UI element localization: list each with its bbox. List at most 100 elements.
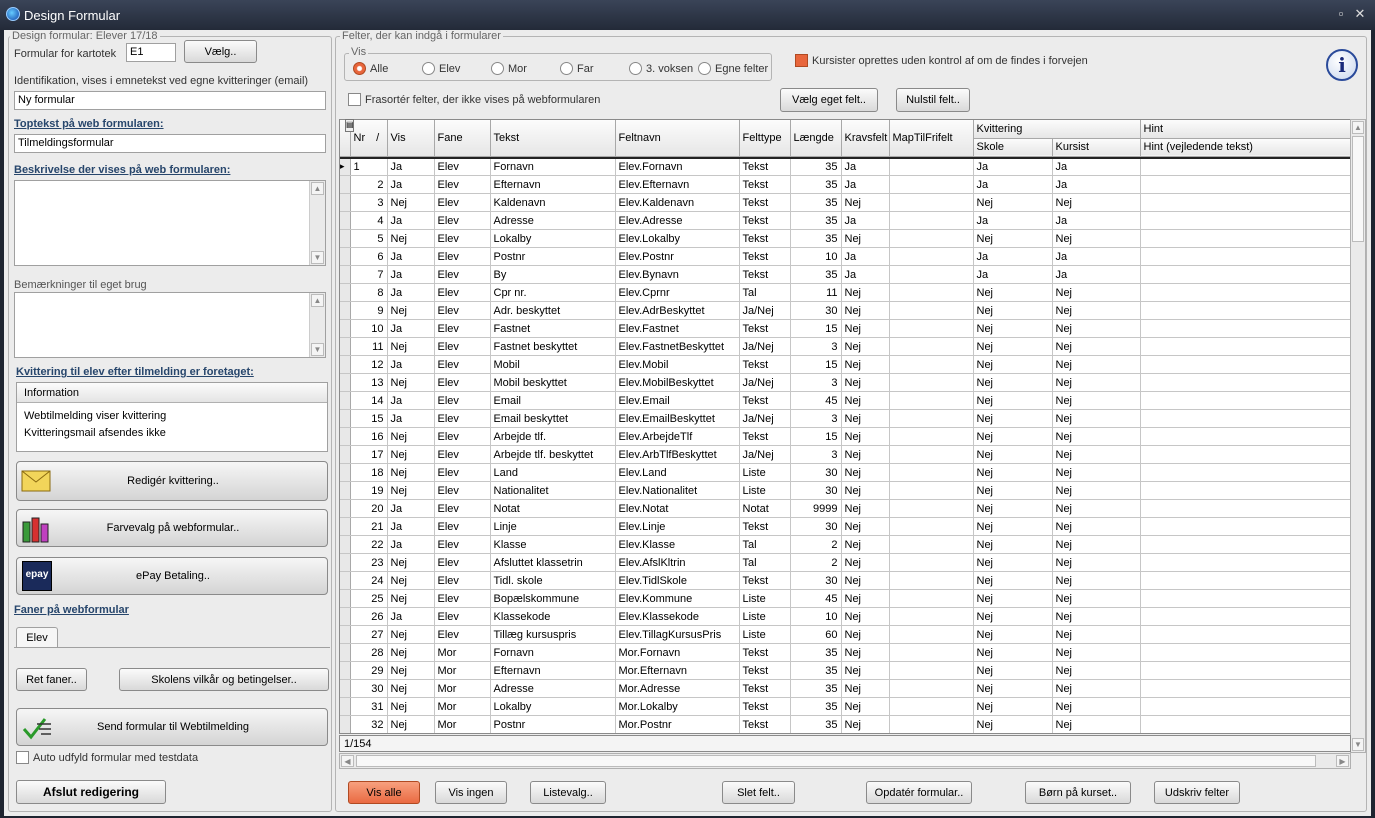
cell-feltnavn[interactable]: Mor.Adresse: [615, 679, 740, 698]
cell-tekst[interactable]: Lokalby: [490, 229, 616, 248]
cell-laengde[interactable]: 35: [790, 229, 842, 248]
cell-fane[interactable]: Elev: [434, 175, 491, 194]
table-row[interactable]: 26 Ja Elev Klassekode Elev.Klassekode Liste 10…: [340, 607, 1350, 626]
cell-hint[interactable]: [1140, 607, 1350, 626]
cell-nr[interactable]: 7: [350, 265, 388, 284]
cell-tekst[interactable]: Fornavn: [490, 643, 616, 662]
cell-tekst[interactable]: Adresse: [490, 211, 616, 230]
cell-laengde[interactable]: 35: [790, 643, 842, 662]
opdater-formular-button[interactable]: Opdatér formular..: [866, 781, 972, 804]
table-row[interactable]: 13 Nej Elev Mobil beskyttet Elev.MobilBeskyt…: [340, 373, 1350, 392]
table-row[interactable]: 3 Nej Elev Kaldenavn Elev.Kaldenavn Tekst 35 Ne…: [340, 193, 1350, 212]
cell-fane[interactable]: Mor: [434, 697, 491, 716]
cell-tekst[interactable]: Mobil beskyttet: [490, 373, 616, 392]
cell-nr[interactable]: 11: [350, 337, 388, 356]
vaelg-eget-felt-button[interactable]: Vælg eget felt..: [780, 88, 878, 112]
cell-tekst[interactable]: Email beskyttet: [490, 409, 616, 428]
cell-felttype[interactable]: Tekst: [739, 211, 791, 230]
cell-kursist[interactable]: Nej: [1052, 481, 1141, 500]
cell-hint[interactable]: [1140, 445, 1350, 464]
cell-tekst[interactable]: Postnr: [490, 715, 616, 733]
radio-3-voksen[interactable]: [629, 62, 642, 75]
cell-kursist[interactable]: Nej: [1052, 571, 1141, 590]
grid-scroll-thumb[interactable]: [1352, 136, 1364, 242]
col-skole[interactable]: Skole: [973, 138, 1053, 157]
row-indicator[interactable]: [340, 355, 351, 374]
scroll-down-icon[interactable]: ▼: [1352, 738, 1364, 751]
cell-vis[interactable]: Ja: [387, 607, 435, 626]
cell-skole[interactable]: Nej: [973, 319, 1053, 338]
cell-felttype[interactable]: Tekst: [739, 156, 791, 176]
cell-hint[interactable]: [1140, 247, 1350, 266]
cell-skole[interactable]: Nej: [973, 427, 1053, 446]
table-row[interactable]: 5 Nej Elev Lokalby Elev.Lokalby Tekst 35 Nej Nej…: [340, 229, 1350, 248]
cell-nr[interactable]: 9: [350, 301, 388, 320]
col-feltnavn[interactable]: Feltnavn: [615, 120, 740, 157]
row-indicator[interactable]: [340, 499, 351, 518]
cell-laengde[interactable]: 2: [790, 535, 842, 554]
cell-vis[interactable]: Ja: [387, 265, 435, 284]
cell-kravsfelt[interactable]: Nej: [841, 445, 890, 464]
cell-vis[interactable]: Nej: [387, 427, 435, 446]
cell-nr[interactable]: 5: [350, 229, 388, 248]
vis-ingen-button[interactable]: Vis ingen: [435, 781, 507, 804]
cell-feltnavn[interactable]: Elev.Bynavn: [615, 265, 740, 284]
cell-tekst[interactable]: By: [490, 265, 616, 284]
cell-kursist[interactable]: Nej: [1052, 355, 1141, 374]
cell-skole[interactable]: Nej: [973, 481, 1053, 500]
cell-laengde[interactable]: 35: [790, 697, 842, 716]
cell-laengde[interactable]: 30: [790, 571, 842, 590]
cell-kursist[interactable]: Ja: [1052, 247, 1141, 266]
radio-alle[interactable]: [353, 62, 366, 75]
cell-fane[interactable]: Elev: [434, 607, 491, 626]
cell-hint[interactable]: [1140, 697, 1350, 716]
cell-hint[interactable]: [1140, 373, 1350, 392]
cell-felttype[interactable]: Ja/Nej: [739, 301, 791, 320]
row-indicator[interactable]: [340, 661, 351, 680]
cell-vis[interactable]: Nej: [387, 301, 435, 320]
cell-nr[interactable]: 31: [350, 697, 388, 716]
ret-faner-button[interactable]: Ret faner..: [16, 668, 87, 691]
cell-vis[interactable]: Ja: [387, 156, 435, 176]
slet-felt-button[interactable]: Slet felt..: [722, 781, 795, 804]
cell-felttype[interactable]: Tekst: [739, 661, 791, 680]
table-row[interactable]: 28 Nej Mor Fornavn Mor.Fornavn Tekst 35 Nej Nej N…: [340, 643, 1350, 662]
cell-kravsfelt[interactable]: Nej: [841, 355, 890, 374]
cell-vis[interactable]: Nej: [387, 445, 435, 464]
cell-laengde[interactable]: 10: [790, 607, 842, 626]
cell-kravsfelt[interactable]: Nej: [841, 283, 890, 302]
row-indicator[interactable]: [340, 229, 351, 248]
cell-laengde[interactable]: 35: [790, 661, 842, 680]
cell-vis[interactable]: Nej: [387, 661, 435, 680]
cell-kursist[interactable]: Nej: [1052, 463, 1141, 482]
cell-hint[interactable]: [1140, 643, 1350, 662]
cell-skole[interactable]: Nej: [973, 391, 1053, 410]
ident-input[interactable]: Ny formular: [14, 91, 326, 110]
cell-kravsfelt[interactable]: Nej: [841, 679, 890, 698]
cell-hint[interactable]: [1140, 427, 1350, 446]
cell-maptilfrifelt[interactable]: [889, 571, 974, 590]
col-vis[interactable]: Vis: [387, 120, 435, 157]
cell-nr[interactable]: 32: [350, 715, 388, 733]
cell-maptilfrifelt[interactable]: [889, 481, 974, 500]
kursister-checkbox[interactable]: [795, 54, 808, 67]
row-indicator[interactable]: [340, 643, 351, 662]
grid-hscroll-thumb[interactable]: [356, 755, 1316, 767]
scroll-down-icon[interactable]: ▼: [311, 251, 324, 264]
cell-hint[interactable]: [1140, 409, 1350, 428]
cell-hint[interactable]: [1140, 156, 1350, 176]
cell-skole[interactable]: Nej: [973, 679, 1053, 698]
cell-kursist[interactable]: Nej: [1052, 697, 1141, 716]
cell-maptilfrifelt[interactable]: [889, 607, 974, 626]
cell-fane[interactable]: Elev: [434, 373, 491, 392]
cell-laengde[interactable]: 35: [790, 175, 842, 194]
cell-maptilfrifelt[interactable]: [889, 445, 974, 464]
cell-felttype[interactable]: Tekst: [739, 355, 791, 374]
grid-horizontal-scrollbar[interactable]: ◀ ▶: [339, 753, 1351, 769]
cell-tekst[interactable]: Kaldenavn: [490, 193, 616, 212]
cell-kravsfelt[interactable]: Nej: [841, 319, 890, 338]
cell-maptilfrifelt[interactable]: [889, 175, 974, 194]
cell-nr[interactable]: 13: [350, 373, 388, 392]
cell-feltnavn[interactable]: Elev.MobilBeskyttet: [615, 373, 740, 392]
cell-laengde[interactable]: 30: [790, 481, 842, 500]
